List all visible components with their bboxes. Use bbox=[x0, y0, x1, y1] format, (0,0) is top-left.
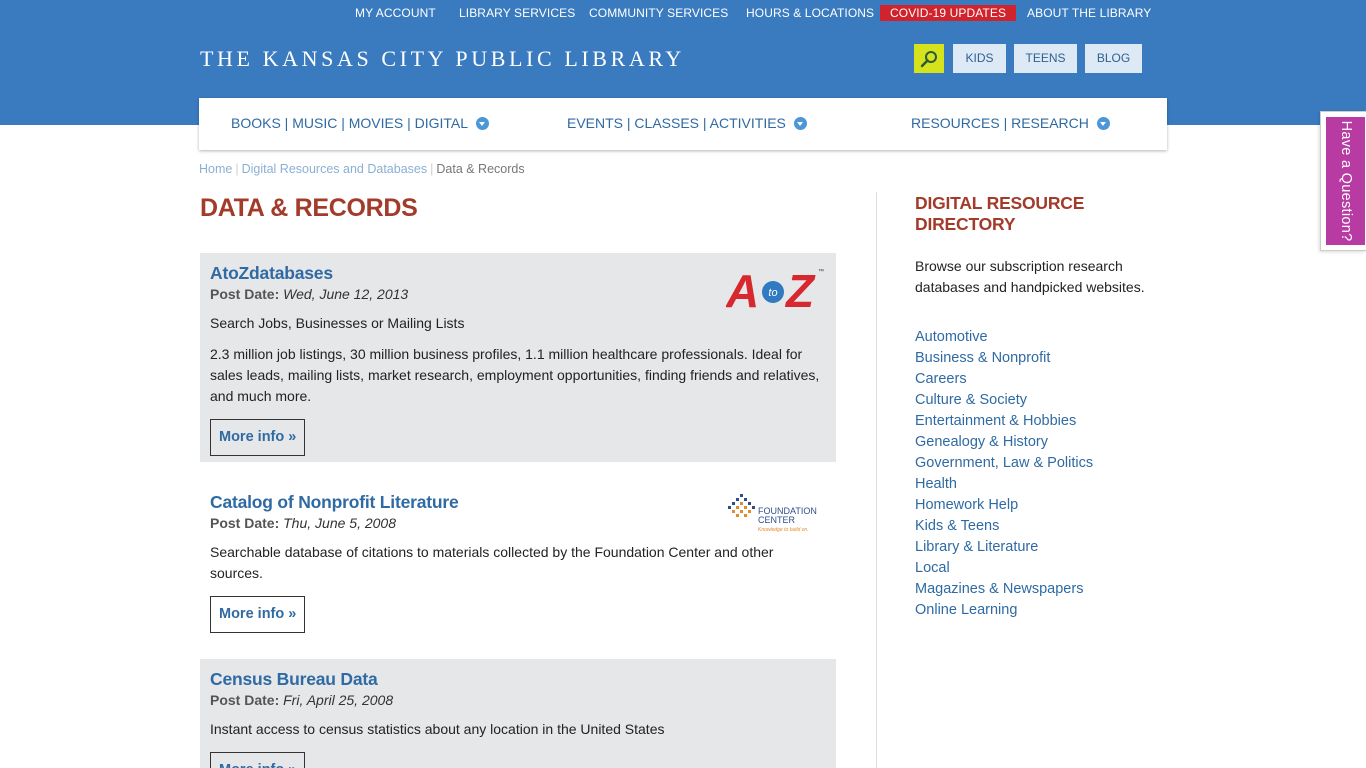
nav-books-label: BOOKS | MUSIC | MOVIES | DIGITAL bbox=[231, 115, 469, 131]
category-link[interactable]: Online Learning bbox=[915, 600, 1093, 621]
nav-resources-label: RESOURCES | RESEARCH bbox=[911, 115, 1089, 131]
have-a-question-button[interactable]: Have a Question? bbox=[1326, 117, 1365, 245]
kids-button[interactable]: KIDS bbox=[953, 44, 1006, 73]
category-link[interactable]: Government, Law & Politics bbox=[915, 453, 1093, 474]
search-button[interactable] bbox=[914, 44, 944, 73]
site-logo[interactable]: THE KANSAS CITY PUBLIC LIBRARY bbox=[200, 46, 685, 72]
have-a-question-tab: Have a Question? bbox=[1320, 111, 1366, 251]
category-link[interactable]: Magazines & Newspapers bbox=[915, 579, 1093, 600]
svg-text:CENTER: CENTER bbox=[758, 515, 796, 525]
foundation-center-logo[interactable]: FOUNDATION CENTER Knowledge to build on. bbox=[728, 492, 818, 534]
atoz-logo[interactable]: A Z to ™ bbox=[726, 267, 826, 311]
teens-button[interactable]: TEENS bbox=[1014, 44, 1077, 73]
chevron-down-icon bbox=[793, 116, 807, 130]
category-link[interactable]: Business & Nonprofit bbox=[915, 348, 1093, 369]
nav-books-music-movies-digital[interactable]: BOOKS | MUSIC | MOVIES | DIGITAL bbox=[231, 115, 490, 131]
svg-text:to: to bbox=[768, 287, 777, 299]
category-list: Automotive Business & Nonprofit Careers … bbox=[915, 327, 1093, 621]
nav-community-services[interactable]: COMMUNITY SERVICES bbox=[589, 5, 728, 21]
entry-description: Instant access to census statistics abou… bbox=[210, 721, 665, 737]
entry-description: 2.3 million job listings, 30 million bus… bbox=[210, 346, 820, 404]
chevron-down-icon bbox=[476, 116, 490, 130]
breadcrumb-current: Data & Records bbox=[436, 162, 525, 176]
category-link[interactable]: Homework Help bbox=[915, 495, 1093, 516]
main-nav: BOOKS | MUSIC | MOVIES | DIGITAL EVENTS … bbox=[199, 98, 1167, 150]
resource-entry: Catalog of Nonprofit Literature Post Dat… bbox=[200, 482, 836, 642]
svg-text:Knowledge to build on.: Knowledge to build on. bbox=[758, 527, 809, 533]
breadcrumb: Home | Digital Resources and Databases | Dat… bbox=[199, 162, 525, 176]
svg-text:™: ™ bbox=[818, 268, 824, 275]
nav-about-library[interactable]: ABOUT THE LIBRARY bbox=[1027, 5, 1151, 21]
entry-summary: Search Jobs, Businesses or Mailing Lists bbox=[210, 315, 465, 331]
sidebar-title: DIGITAL RESOURCE DIRECTORY bbox=[915, 193, 1085, 234]
nav-events-classes-activities[interactable]: EVENTS | CLASSES | ACTIVITIES bbox=[567, 115, 807, 131]
entry-post-date: Post Date: Fri, April 25, 2008 bbox=[210, 692, 394, 708]
entry-description: Searchable database of citations to mate… bbox=[210, 544, 774, 581]
entry-title[interactable]: Census Bureau Data bbox=[210, 669, 826, 689]
category-link[interactable]: Health bbox=[915, 474, 1093, 495]
have-a-question-label: Have a Question? bbox=[1337, 120, 1354, 242]
category-link[interactable]: Local bbox=[915, 558, 1093, 579]
resource-entry: AtoZdatabases Post Date: Wed, June 12, 2… bbox=[200, 253, 836, 462]
category-link[interactable]: Careers bbox=[915, 369, 1093, 390]
nav-library-services[interactable]: LIBRARY SERVICES bbox=[459, 5, 575, 21]
nav-covid-updates[interactable]: COVID-19 UPDATES bbox=[880, 5, 1017, 21]
utility-nav: MY ACCOUNT LIBRARY SERVICES COMMUNITY SE… bbox=[0, 5, 1366, 21]
breadcrumb-digital-resources[interactable]: Digital Resources and Databases bbox=[242, 162, 428, 176]
chevron-down-icon bbox=[1096, 116, 1110, 130]
sidebar-divider bbox=[876, 192, 877, 768]
breadcrumb-home[interactable]: Home bbox=[199, 162, 232, 176]
more-info-button[interactable]: More info » bbox=[210, 419, 306, 456]
category-link[interactable]: Automotive bbox=[915, 327, 1093, 348]
nav-hours-locations[interactable]: HOURS & LOCATIONS bbox=[746, 5, 874, 21]
category-link[interactable]: Culture & Society bbox=[915, 390, 1093, 411]
nav-events-label: EVENTS | CLASSES | ACTIVITIES bbox=[567, 115, 786, 131]
more-info-button[interactable]: More info » bbox=[210, 752, 306, 768]
category-link[interactable]: Kids & Teens bbox=[915, 516, 1093, 537]
more-info-button[interactable]: More info » bbox=[210, 596, 306, 633]
page-title: DATA & RECORDS bbox=[200, 194, 418, 222]
sidebar-description: Browse our subscription research databas… bbox=[915, 258, 1145, 295]
resource-entry: Census Bureau Data Post Date: Fri, April… bbox=[200, 659, 836, 768]
search-icon bbox=[920, 50, 937, 67]
svg-text:Z: Z bbox=[784, 267, 816, 311]
category-link[interactable]: Entertainment & Hobbies bbox=[915, 411, 1093, 432]
nav-resources-research[interactable]: RESOURCES | RESEARCH bbox=[911, 115, 1110, 131]
svg-text:A: A bbox=[726, 267, 759, 311]
blog-button[interactable]: BLOG bbox=[1085, 44, 1142, 73]
category-link[interactable]: Genealogy & History bbox=[915, 432, 1093, 453]
nav-my-account[interactable]: MY ACCOUNT bbox=[355, 5, 436, 21]
category-link[interactable]: Library & Literature bbox=[915, 537, 1093, 558]
